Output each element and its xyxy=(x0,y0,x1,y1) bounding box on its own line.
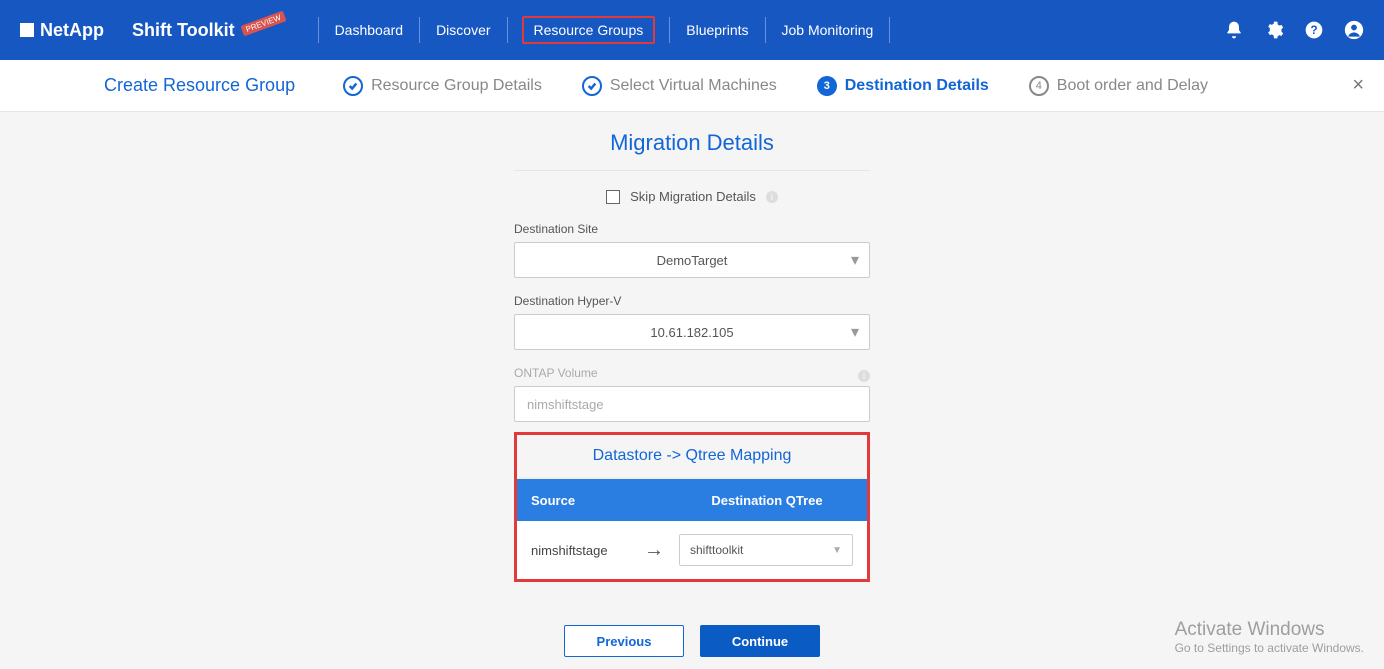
wizard-step-2[interactable]: Select Virtual Machines xyxy=(582,76,777,96)
topbar-actions: ? xyxy=(1224,20,1364,40)
help-icon[interactable]: ? xyxy=(1304,20,1324,40)
section-title: Migration Details xyxy=(514,130,870,156)
wizard-title: Create Resource Group xyxy=(104,75,295,96)
nav-job-monitoring[interactable]: Job Monitoring xyxy=(780,18,876,42)
step-number: 3 xyxy=(817,76,837,96)
user-icon[interactable] xyxy=(1344,20,1364,40)
divider xyxy=(514,170,870,171)
col-dest: Destination QTree xyxy=(667,493,867,508)
step-number: 4 xyxy=(1029,76,1049,96)
divider xyxy=(669,17,670,43)
mapping-source-value: nimshiftstage xyxy=(517,543,629,558)
skip-migration-checkbox[interactable] xyxy=(606,190,620,204)
previous-button[interactable]: Previous xyxy=(564,625,684,657)
nav-discover[interactable]: Discover xyxy=(434,18,492,42)
mapping-header: Source Destination QTree xyxy=(517,479,867,521)
divider xyxy=(419,17,420,43)
brand-text: NetApp xyxy=(40,20,104,41)
divider xyxy=(889,17,890,43)
nav-resource-groups[interactable]: Resource Groups xyxy=(522,16,656,44)
dest-qtree-select[interactable]: shifttoolkit ▼ xyxy=(679,534,853,566)
datastore-qtree-mapping: Datastore -> Qtree Mapping Source Destin… xyxy=(514,432,870,582)
wizard-step-1-label: Resource Group Details xyxy=(371,77,542,95)
brand: NetApp xyxy=(20,20,104,41)
product-name: Shift Toolkit xyxy=(132,20,235,41)
skip-migration-row: Skip Migration Details i xyxy=(514,189,870,204)
nav-blueprints[interactable]: Blueprints xyxy=(684,18,750,42)
check-icon xyxy=(343,76,363,96)
top-navbar: NetApp Shift Toolkit PREVIEW Dashboard D… xyxy=(0,0,1384,60)
hyperv-label: Destination Hyper-V xyxy=(514,294,870,308)
check-icon xyxy=(582,76,602,96)
mapping-row: nimshiftstage → shifttoolkit ▼ xyxy=(517,521,867,579)
mapping-title: Datastore -> Qtree Mapping xyxy=(517,435,867,477)
divider xyxy=(765,17,766,43)
dest-qtree-value: shifttoolkit xyxy=(690,543,743,557)
chevron-down-icon: ▼ xyxy=(832,545,842,556)
windows-activation-watermark: Activate Windows Go to Settings to activ… xyxy=(1175,619,1364,655)
continue-button[interactable]: Continue xyxy=(700,625,820,657)
wizard-step-2-label: Select Virtual Machines xyxy=(610,77,777,95)
nav-dashboard[interactable]: Dashboard xyxy=(333,18,406,42)
gear-icon[interactable] xyxy=(1264,20,1284,40)
skip-migration-label: Skip Migration Details xyxy=(630,189,756,204)
info-icon[interactable]: i xyxy=(858,370,870,382)
migration-details-panel: Migration Details Skip Migration Details… xyxy=(514,130,870,582)
netapp-logo-icon xyxy=(20,23,34,37)
ontap-label: ONTAP Volume xyxy=(514,366,598,380)
hyperv-select[interactable]: 10.61.182.105 ▾ xyxy=(514,314,870,350)
ontap-value: nimshiftstage xyxy=(527,397,604,412)
wizard-bar: Create Resource Group Resource Group Det… xyxy=(0,60,1384,112)
wizard-step-4-label: Boot order and Delay xyxy=(1057,77,1208,95)
bell-icon[interactable] xyxy=(1224,20,1244,40)
col-source: Source xyxy=(517,493,667,508)
close-icon[interactable]: × xyxy=(1352,74,1364,97)
svg-text:?: ? xyxy=(1310,24,1317,37)
dest-site-label: Destination Site xyxy=(514,222,870,236)
dest-site-value: DemoTarget xyxy=(657,253,728,268)
watermark-line2: Go to Settings to activate Windows. xyxy=(1175,641,1364,655)
chevron-down-icon: ▾ xyxy=(851,250,859,270)
main-content: Migration Details Skip Migration Details… xyxy=(0,112,1384,607)
divider xyxy=(507,17,508,43)
wizard-step-3-label: Destination Details xyxy=(845,77,989,95)
hyperv-value: 10.61.182.105 xyxy=(650,325,733,340)
dest-site-select[interactable]: DemoTarget ▾ xyxy=(514,242,870,278)
info-icon[interactable]: i xyxy=(766,191,778,203)
divider xyxy=(318,17,319,43)
arrow-right-icon: → xyxy=(629,539,679,562)
watermark-line1: Activate Windows xyxy=(1175,619,1364,641)
preview-badge: PREVIEW xyxy=(240,10,286,36)
chevron-down-icon: ▾ xyxy=(851,322,859,342)
ontap-volume-input[interactable]: nimshiftstage xyxy=(514,386,870,422)
wizard-step-3[interactable]: 3 Destination Details xyxy=(817,76,989,96)
wizard-step-4[interactable]: 4 Boot order and Delay xyxy=(1029,76,1208,96)
wizard-step-1[interactable]: Resource Group Details xyxy=(343,76,542,96)
